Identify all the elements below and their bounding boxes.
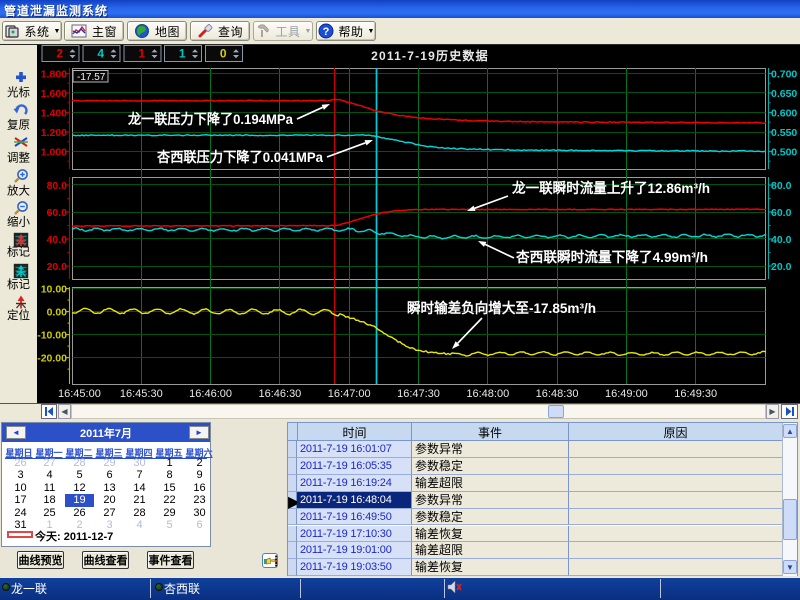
svg-text:16:47:30: 16:47:30 [397,388,440,400]
svg-text:放大: 放大 [7,184,30,198]
svg-text:1: 1 [138,47,145,61]
svg-text:16:45:30: 16:45:30 [120,388,163,400]
svg-text:1.600: 1.600 [41,88,67,100]
svg-text:0.650: 0.650 [771,88,797,100]
svg-text:1.000: 1.000 [41,147,67,159]
svg-text:-20.00: -20.00 [37,353,67,365]
svg-text:20.0: 20.0 [47,261,68,273]
svg-text:20.0: 20.0 [771,261,792,273]
svg-text:瞬时输差负向增大至-17.85m³/h: 瞬时输差负向增大至-17.85m³/h [407,300,596,316]
svg-text:标记: 标记 [7,246,30,259]
svg-text:80.0: 80.0 [771,180,792,192]
svg-text:16:48:30: 16:48:30 [536,388,579,400]
svg-text:1: 1 [179,47,186,61]
svg-text:2: 2 [56,47,63,61]
svg-text:杏西联瞬时流量下降了4.99m³/h: 杏西联瞬时流量下降了4.99m³/h [515,249,708,265]
svg-text:1.800: 1.800 [41,69,67,81]
svg-text:?: ? [322,26,329,38]
svg-text:80.0: 80.0 [47,180,68,192]
svg-text:16:46:30: 16:46:30 [258,388,301,400]
svg-text:复原: 复原 [7,119,30,132]
svg-text:16:49:30: 16:49:30 [674,388,717,400]
svg-text:0.700: 0.700 [771,69,797,81]
svg-text:调整: 调整 [7,151,30,165]
svg-text:0.600: 0.600 [771,108,797,120]
svg-text:4: 4 [97,47,104,61]
svg-text:缩小: 缩小 [7,215,30,229]
svg-text:16:49:00: 16:49:00 [605,388,648,400]
svg-text:16:47:00: 16:47:00 [328,388,371,400]
svg-text:-10.00: -10.00 [37,330,67,342]
svg-text:龙一联瞬时流量上升了12.86m³/h: 龙一联瞬时流量上升了12.86m³/h [511,180,710,196]
svg-text:1.200: 1.200 [41,127,67,139]
svg-text:2011-7-19历史数据: 2011-7-19历史数据 [371,48,489,63]
svg-text:定位: 定位 [7,308,30,322]
svg-text:40.0: 40.0 [771,234,792,246]
svg-text:16:46:00: 16:46:00 [189,388,232,400]
svg-text:60.0: 60.0 [771,207,792,219]
svg-text:龙一联压力下降了0.194MPa: 龙一联压力下降了0.194MPa [127,111,293,127]
svg-text:标记: 标记 [7,278,30,291]
svg-text:-17.57: -17.57 [77,72,106,83]
svg-text:0.500: 0.500 [771,147,797,159]
svg-text:杏西联压力下降了0.041MPa: 杏西联压力下降了0.041MPa [156,149,323,165]
svg-text:光标: 光标 [7,85,30,99]
svg-text:40.0: 40.0 [47,234,68,246]
svg-text:0.00: 0.00 [47,307,68,319]
svg-text:0.550: 0.550 [771,127,797,139]
svg-text:16:45:00: 16:45:00 [58,388,101,400]
svg-text:16:48:00: 16:48:00 [466,388,509,400]
svg-text:10.00: 10.00 [41,284,67,296]
svg-text:1.400: 1.400 [41,108,67,120]
svg-text:0: 0 [220,47,227,61]
svg-text:60.0: 60.0 [47,207,68,219]
